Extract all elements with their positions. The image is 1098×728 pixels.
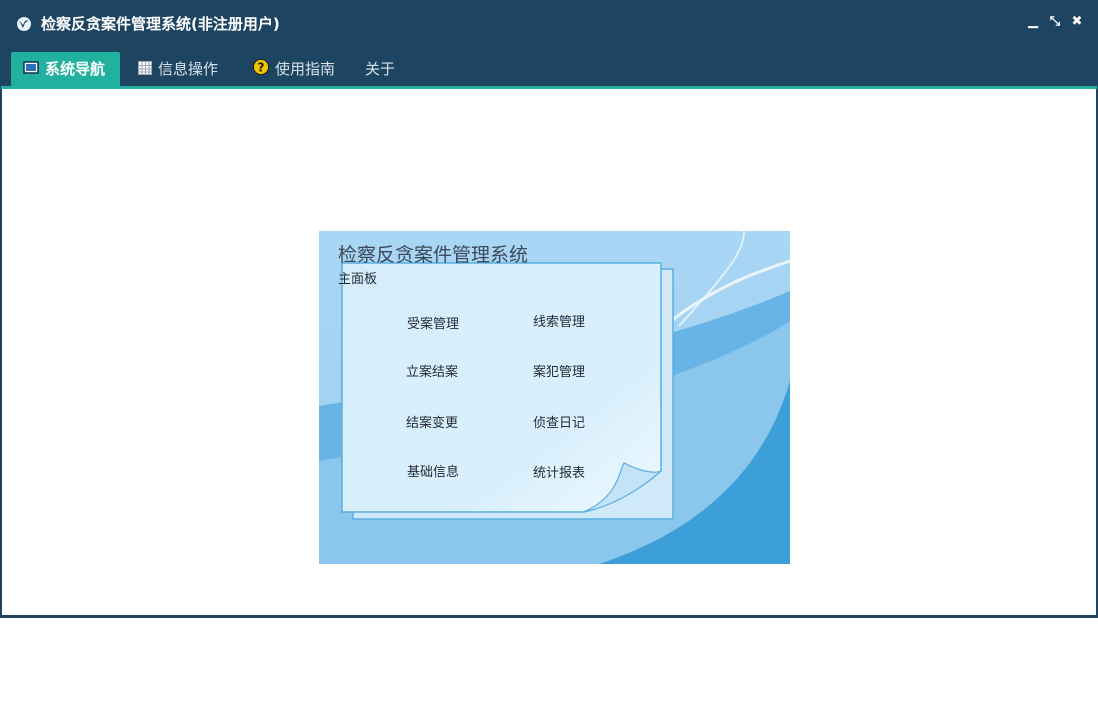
grid-icon (138, 53, 152, 87)
app-logo-icon (16, 16, 32, 32)
nav-basic-info[interactable]: 基础信息 (407, 461, 459, 480)
tab-info-operation[interactable]: 信息操作 (138, 52, 238, 86)
window-title: 检察反贪案件管理系统(非注册用户) (41, 15, 280, 33)
nav-clue-management[interactable]: 线索管理 (533, 311, 585, 330)
minimize-icon[interactable]: ▁ (1026, 15, 1040, 29)
nav-closing-change[interactable]: 结案变更 (406, 412, 458, 431)
tab-user-guide[interactable]: ? 使用指南 (253, 52, 353, 86)
nav-statistics-report[interactable]: 统计报表 (533, 462, 585, 481)
restore-icon[interactable]: ⤡ (1048, 15, 1062, 29)
close-icon[interactable]: ✖ (1070, 15, 1084, 29)
nav-investigation-diary[interactable]: 侦查日记 (533, 412, 585, 431)
tab-label: 关于 (365, 60, 396, 78)
title-bar[interactable]: 检察反贪案件管理系统(非注册用户) ▁ ⤡ ✖ (1, 1, 1097, 45)
nav-filing-closing[interactable]: 立案结案 (406, 361, 458, 380)
tab-label: 使用指南 (275, 60, 336, 78)
panel-title: 检察反贪案件管理系统 (338, 244, 529, 266)
panel-background (319, 231, 790, 564)
nav-suspect-management[interactable]: 案犯管理 (533, 361, 585, 380)
tab-label: 信息操作 (158, 60, 219, 78)
tab-system-navigation[interactable]: 系统导航 (11, 52, 120, 86)
monitor-icon (23, 53, 39, 87)
menu-bar: 系统导航 信息操作 ? 使用指南 关于 (1, 45, 1097, 87)
nav-case-acceptance[interactable]: 受案管理 (407, 313, 459, 332)
tab-label: 系统导航 (45, 60, 106, 78)
panel-subtitle: 主面板 (338, 272, 378, 287)
svg-text:?: ? (258, 60, 265, 74)
help-icon: ? (253, 53, 269, 87)
main-panel: 检察反贪案件管理系统 主面板 受案管理 线索管理 立案结案 案犯管理 结案变更 … (319, 231, 790, 564)
tab-about[interactable]: 关于 (365, 52, 405, 86)
